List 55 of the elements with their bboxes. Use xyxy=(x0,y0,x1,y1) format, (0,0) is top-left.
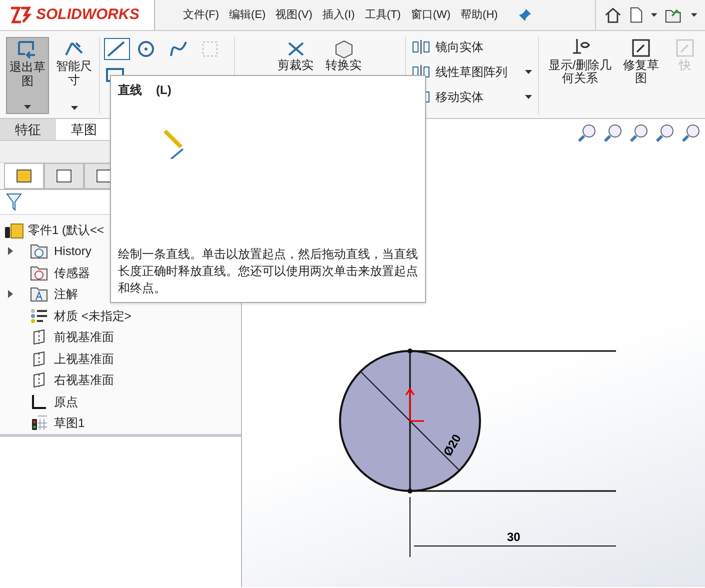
panel-tab[interactable] xyxy=(44,163,84,189)
logo-text: SOLIDWORKS xyxy=(36,4,140,25)
caret-icon[interactable] xyxy=(70,106,78,110)
tree-item[interactable]: 前视基准面 xyxy=(54,328,114,346)
menu-item[interactable]: 插入(I) xyxy=(322,6,355,24)
caret-icon[interactable] xyxy=(525,70,532,74)
ribbon-button[interactable]: 转换实 xyxy=(322,39,365,72)
tree-item[interactable]: 上视基准面 xyxy=(54,350,114,368)
sketch-icon xyxy=(30,415,48,432)
ribbon-button[interactable]: 剪裁实 xyxy=(274,39,317,72)
logo-mark-icon xyxy=(8,5,32,25)
pin-icon[interactable] xyxy=(518,8,532,22)
menu-item[interactable]: 帮助(H) xyxy=(460,6,498,24)
tree-item[interactable]: 右视基准面 xyxy=(54,371,114,390)
folder-gauge-icon xyxy=(30,264,48,281)
line-tool-icon[interactable] xyxy=(104,38,130,60)
menu-item[interactable]: 编辑(E) xyxy=(229,6,266,24)
tree-root-label[interactable]: 零件1 (默认<< xyxy=(28,220,104,239)
ribbon-button[interactable]: 修复草图 xyxy=(621,37,661,85)
mirror-icon xyxy=(412,40,430,54)
menu-item[interactable]: 文件(F) xyxy=(183,6,220,24)
expand-arrow-icon[interactable] xyxy=(8,290,14,298)
tooltip-description: 绘制一条直线。单击以放置起点，然后拖动直线，当直线长度正确时释放直线。您还可以使用两次单击来放置起点和终点。 xyxy=(118,246,418,297)
ribbon-button[interactable]: 显示/删除几何关系 xyxy=(543,37,617,85)
menu-item[interactable]: 工具(T) xyxy=(364,6,401,24)
tree-item[interactable]: History xyxy=(54,242,92,260)
material-list-icon xyxy=(30,308,48,324)
home-icon[interactable] xyxy=(604,6,622,24)
caret-icon[interactable] xyxy=(650,13,657,17)
panel-tab[interactable] xyxy=(4,163,44,189)
caret-icon[interactable] xyxy=(690,13,697,17)
part-icon xyxy=(4,220,24,239)
tree-item[interactable]: 注解 xyxy=(54,285,78,304)
caret-icon[interactable] xyxy=(525,95,532,99)
ribbon-tab[interactable]: 特征 xyxy=(0,119,56,140)
caret-icon[interactable] xyxy=(24,105,31,109)
ribbon-button[interactable]: 智能尺寸 xyxy=(52,37,96,114)
tree-item[interactable]: 材质 <未指定> xyxy=(54,306,132,325)
tooltip-title: 直线 xyxy=(118,82,142,99)
tree-item[interactable]: 传感器 xyxy=(54,264,90,282)
tree-item[interactable]: 原点 xyxy=(54,392,78,411)
tooltip-shortcut: (L) xyxy=(156,82,172,99)
expand-arrow-icon[interactable] xyxy=(8,247,14,256)
menu-item[interactable]: 窗口(W) xyxy=(410,6,451,24)
folder-clock-icon xyxy=(30,243,48,260)
new-document-icon[interactable] xyxy=(630,6,642,24)
tree-item[interactable]: 草图1 xyxy=(54,414,85,432)
origin-axes-icon xyxy=(30,394,48,410)
part-icon xyxy=(14,167,34,185)
zoom-fit-icon[interactable] xyxy=(577,123,597,143)
folder-letter-icon xyxy=(30,286,48,302)
menu-item[interactable]: 视图(V) xyxy=(276,6,312,24)
ribbon-list-button[interactable]: 镜向实体 xyxy=(412,37,532,57)
filter-icon[interactable] xyxy=(6,193,22,211)
ribbon-button[interactable]: 退出草图 xyxy=(6,37,49,114)
